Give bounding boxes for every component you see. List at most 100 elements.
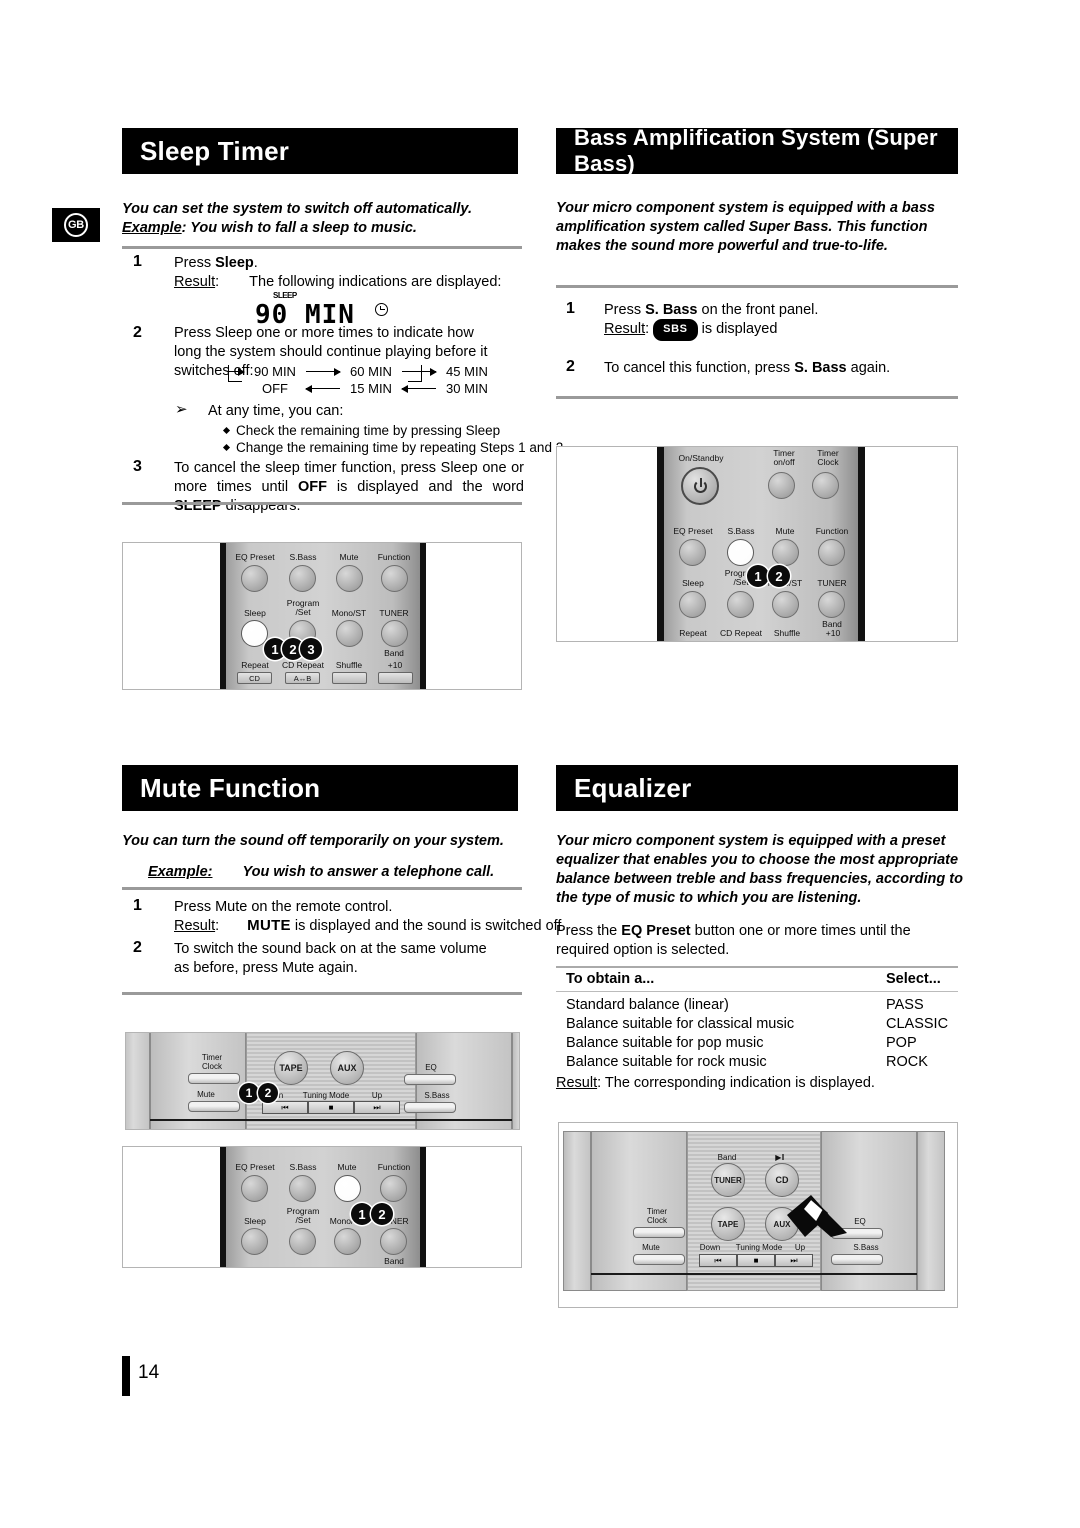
fp-button-mute[interactable] bbox=[188, 1101, 240, 1112]
remote-button-sleep[interactable] bbox=[241, 620, 268, 647]
remote-button-mono-st[interactable] bbox=[334, 1228, 361, 1255]
remote-button-eq-preset[interactable] bbox=[241, 565, 268, 592]
fp-knob-cd[interactable]: CD bbox=[765, 1163, 799, 1197]
fp-button-stop[interactable]: ■ bbox=[308, 1101, 354, 1114]
fp-knob-tape[interactable]: TAPE bbox=[711, 1207, 745, 1241]
remote-button-tuner[interactable] bbox=[380, 1228, 407, 1255]
result-text: : The corresponding indication is displa… bbox=[597, 1075, 875, 1091]
remote-button-a-b[interactable]: A↔B bbox=[285, 672, 320, 684]
remote-button-mono-st[interactable] bbox=[336, 620, 363, 647]
remote-button-s-bass[interactable] bbox=[289, 565, 316, 592]
tip-marker: ➢ bbox=[175, 400, 188, 418]
table-header-select: Select... bbox=[886, 971, 941, 987]
fp-button-s-bass[interactable] bbox=[404, 1102, 456, 1113]
remote-button-function[interactable] bbox=[818, 539, 845, 566]
remote-button-cd[interactable]: CD bbox=[237, 672, 272, 684]
cycle-arrow bbox=[402, 367, 437, 376]
remote-label-mono-st: Mono/ST bbox=[331, 608, 367, 618]
bullet-diamond-icon bbox=[222, 443, 231, 452]
remote-button-eq-preset[interactable] bbox=[241, 1175, 268, 1202]
remote-illustration-super-bass: On/Standby Timer on/off Timer Clock EQ P… bbox=[556, 446, 958, 642]
fp-button-mute[interactable] bbox=[633, 1254, 685, 1265]
cycle-arrow bbox=[305, 384, 340, 393]
fp-button-next[interactable]: ⏭ bbox=[354, 1101, 400, 1114]
page-number-bar bbox=[122, 1356, 130, 1396]
sbs-badge: SBS bbox=[653, 319, 698, 341]
remote-button-s-bass[interactable] bbox=[289, 1175, 316, 1202]
callout-bubble-2: 2 bbox=[768, 565, 790, 587]
step-1-text: Press Sleep. bbox=[174, 255, 258, 271]
clock-icon bbox=[375, 303, 388, 316]
remote-label-mute: Mute bbox=[337, 1162, 357, 1172]
divider bbox=[556, 396, 958, 399]
remote-illustration-mute: EQ Preset S.Bass Mute Function Sleep Pro… bbox=[122, 1146, 522, 1268]
fp-label-mute: Mute bbox=[642, 1243, 660, 1252]
remote-label-program-set: Program /Set bbox=[286, 1206, 320, 1225]
tip-bullet: Change the remaining time by repeating S… bbox=[222, 438, 563, 457]
remote-button-sleep[interactable] bbox=[679, 591, 706, 618]
super-bass-intro: Your micro component system is equipped … bbox=[556, 200, 935, 254]
equalizer-intro: Your micro component system is equipped … bbox=[556, 833, 963, 906]
remote-label-mute: Mute bbox=[775, 526, 795, 536]
remote-label-shuffle: Shuffle bbox=[335, 660, 363, 670]
step-number: 2 bbox=[133, 939, 142, 956]
remote-button-power[interactable] bbox=[681, 467, 719, 505]
table-cell-select: PASS bbox=[886, 996, 924, 1013]
remote-label-repeat: Repeat bbox=[679, 628, 707, 638]
remote-button-function[interactable] bbox=[381, 565, 408, 592]
section-header-equalizer: Equalizer bbox=[556, 765, 958, 811]
fp-knob-aux[interactable]: AUX bbox=[330, 1051, 364, 1085]
fp-button-s-bass[interactable] bbox=[831, 1254, 883, 1265]
remote-button-program-set[interactable] bbox=[289, 1228, 316, 1255]
remote-label-tuner: TUNER bbox=[379, 608, 409, 618]
remote-label-function: Function bbox=[815, 526, 849, 536]
remote-button-plus10[interactable] bbox=[378, 672, 413, 684]
fp-knob-tape[interactable]: TAPE bbox=[274, 1051, 308, 1085]
divider bbox=[122, 502, 522, 505]
result-label: Result bbox=[556, 1075, 598, 1091]
table-cell-description: Standard balance (linear) bbox=[566, 996, 729, 1013]
example-text: You wish to answer a telephone call. bbox=[242, 864, 495, 880]
remote-button-eq-preset[interactable] bbox=[679, 539, 706, 566]
remote-button-function[interactable] bbox=[380, 1175, 407, 1202]
remote-label-cd-repeat: CD Repeat bbox=[281, 660, 325, 670]
remote-label-sleep: Sleep bbox=[244, 608, 266, 618]
table-cell-description: Balance suitable for pop music bbox=[566, 1034, 764, 1051]
remote-button-s-bass[interactable] bbox=[727, 539, 754, 566]
remote-button-mute[interactable] bbox=[336, 565, 363, 592]
mute-intro: You can turn the sound off temporarily o… bbox=[122, 833, 504, 880]
cycle-value: 90 MIN bbox=[254, 364, 296, 379]
remote-button-sleep[interactable] bbox=[241, 1228, 268, 1255]
remote-button-shuffle[interactable] bbox=[332, 672, 367, 684]
cycle-arrow bbox=[306, 367, 341, 376]
fp-knob-tuner[interactable]: TUNER bbox=[711, 1163, 745, 1197]
fp-button-stop[interactable]: ■ bbox=[737, 1254, 775, 1267]
callout-bubble-1: 1 bbox=[747, 565, 769, 587]
fp-button-eq[interactable] bbox=[404, 1074, 456, 1085]
remote-button-mute[interactable] bbox=[772, 539, 799, 566]
equalizer-result: Result: The corresponding indication is … bbox=[556, 1074, 875, 1093]
cycle-value: OFF bbox=[262, 381, 288, 396]
fp-button-next[interactable]: ⏭ bbox=[775, 1254, 813, 1267]
fp-button-timer-clock[interactable] bbox=[188, 1073, 240, 1084]
table-row: Balance suitable for rock music ROCK bbox=[566, 1052, 966, 1071]
remote-button-timer-onoff[interactable] bbox=[768, 472, 795, 499]
table-cell-description: Balance suitable for rock music bbox=[566, 1053, 767, 1070]
table-header-obtain: To obtain a... bbox=[566, 971, 655, 987]
remote-label-eq-preset: EQ Preset bbox=[673, 526, 713, 536]
bullet-diamond-icon bbox=[222, 426, 231, 435]
remote-button-tuner[interactable] bbox=[818, 591, 845, 618]
fp-button-timer-clock[interactable] bbox=[633, 1227, 685, 1238]
remote-label-shuffle: Shuffle bbox=[773, 628, 801, 638]
remote-button-timer-clock[interactable] bbox=[812, 472, 839, 499]
remote-button-mono-st[interactable] bbox=[772, 591, 799, 618]
remote-label-timer-clock: Timer Clock bbox=[817, 448, 839, 467]
mute-badge: MUTE bbox=[247, 917, 291, 934]
mute-step-1-text: Press Mute on the remote control. bbox=[174, 899, 393, 915]
remote-label-eq-preset: EQ Preset bbox=[235, 1162, 275, 1172]
remote-button-mute[interactable] bbox=[334, 1175, 361, 1202]
fp-button-prev[interactable]: ⏮ bbox=[699, 1254, 737, 1267]
remote-button-tuner[interactable] bbox=[381, 620, 408, 647]
remote-button-program-set[interactable] bbox=[727, 591, 754, 618]
remote-label-mute: Mute bbox=[339, 552, 359, 562]
